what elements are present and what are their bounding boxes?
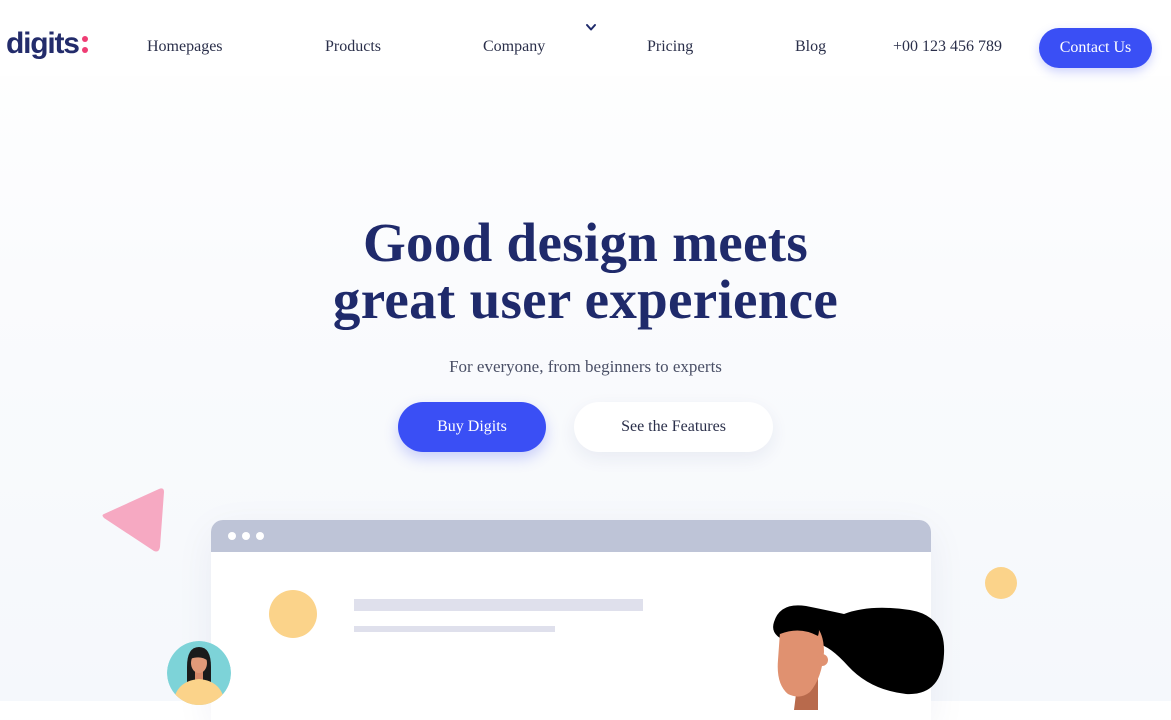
- avatar-illustration: [167, 641, 231, 705]
- woman-illustration: [773, 605, 945, 710]
- nav-item-products[interactable]: Products: [325, 37, 381, 57]
- browser-title-bar: [211, 520, 931, 552]
- placeholder-circle: [269, 590, 317, 638]
- chevron-down-icon[interactable]: [585, 23, 597, 33]
- browser-dot-icon: [256, 532, 264, 540]
- top-navbar: digits Homepages Products Company Pricin…: [0, 0, 1171, 76]
- hero-title-line-2: great user experience: [332, 269, 839, 330]
- placeholder-line: [354, 599, 643, 611]
- hero-title: Good design meets great user experience: [0, 214, 1171, 328]
- nav-item-pricing[interactable]: Pricing: [647, 37, 693, 57]
- hero-title-line-1: Good design meets: [362, 212, 809, 273]
- browser-dot-icon: [242, 532, 250, 540]
- nav-item-homepages[interactable]: Homepages: [147, 37, 223, 57]
- placeholder-line: [354, 626, 555, 632]
- logo-text: digits: [6, 27, 80, 60]
- browser-dot-icon: [228, 532, 236, 540]
- see-features-button[interactable]: See the Features: [574, 402, 773, 452]
- phone-number[interactable]: +00 123 456 789: [893, 37, 1002, 57]
- yellow-dot-decoration: [985, 567, 1017, 599]
- nav-item-company[interactable]: Company: [483, 37, 545, 57]
- logo[interactable]: digits: [6, 26, 80, 62]
- contact-us-button[interactable]: Contact Us: [1039, 28, 1152, 68]
- buy-digits-button[interactable]: Buy Digits: [398, 402, 546, 452]
- hero-subtitle: For everyone, from beginners to experts: [449, 357, 722, 376]
- nav-item-blog[interactable]: Blog: [795, 37, 826, 57]
- logo-colon-icon: [82, 36, 88, 53]
- pink-triangle-decoration: [102, 488, 164, 552]
